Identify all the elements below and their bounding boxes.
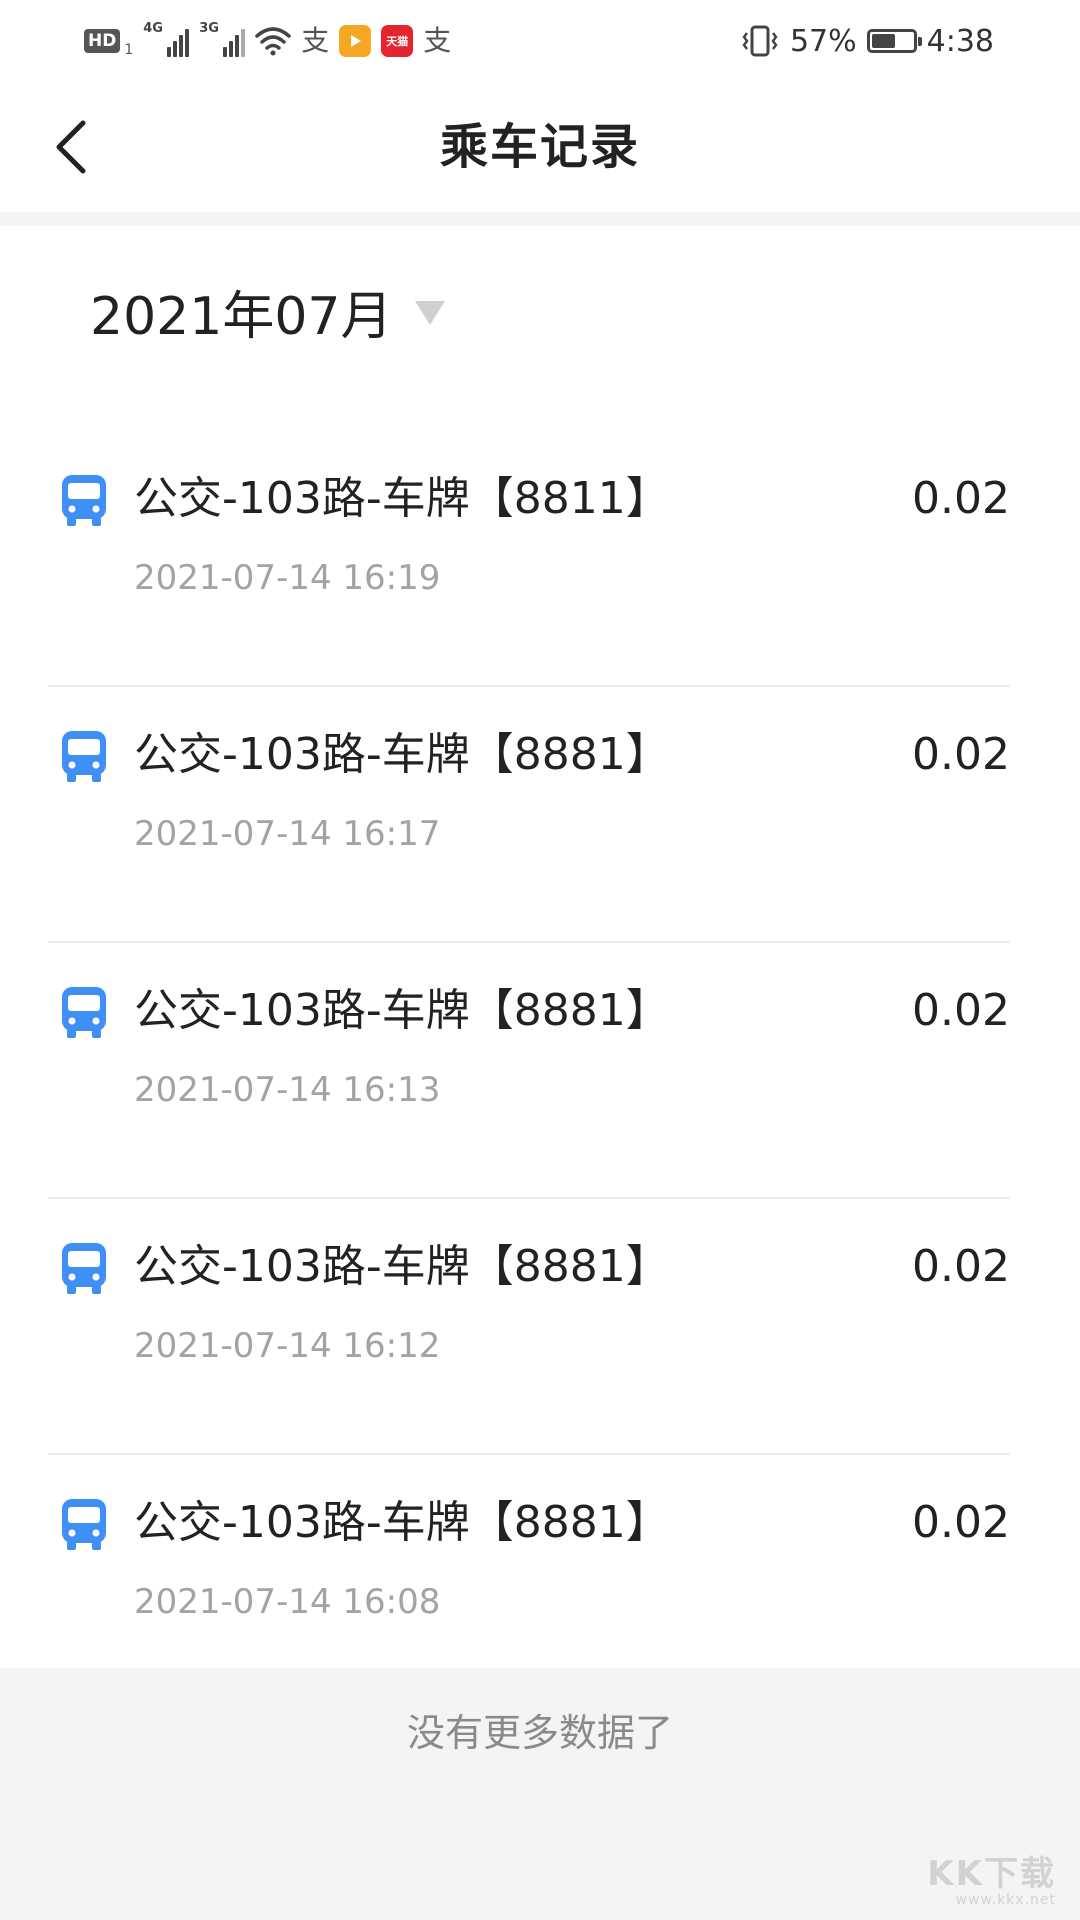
wifi-icon [255, 27, 292, 56]
caret-down-icon [414, 301, 445, 325]
bus-icon [62, 475, 106, 526]
ride-record-list: 公交-103路-车牌【8811】 0.02 2021-07-14 16:19 公… [0, 431, 1080, 1711]
record-time: 2021-07-14 16:19 [134, 558, 441, 598]
battery-level-fill [871, 34, 895, 48]
alipay-notification-icon-2: 支 [423, 24, 452, 57]
record-route: 公交-103路-车牌【8881】 [134, 1241, 670, 1292]
signal-3g-icon: 3G [199, 21, 246, 57]
signal-4g-icon: 4G [143, 21, 190, 57]
record-route: 公交-103路-车牌【8881】 [134, 729, 670, 780]
battery-percent: 57% [789, 23, 857, 59]
clock: 4:38 [926, 23, 994, 59]
ride-record-item[interactable]: 公交-103路-车牌【8881】 0.02 2021-07-14 16:17 [0, 687, 1080, 943]
battery-icon [866, 29, 922, 53]
record-amount: 0.02 [912, 1241, 1010, 1292]
ride-record-item[interactable]: 公交-103路-车牌【8881】 0.02 2021-07-14 16:12 [0, 1199, 1080, 1455]
no-more-data-label: 没有更多数据了 [406, 1711, 673, 1755]
bus-icon [62, 731, 106, 782]
month-label: 2021年07月 [90, 287, 393, 347]
record-time: 2021-07-14 16:17 [134, 814, 441, 854]
ride-records-card: 2021年07月 公交-103路-车牌【8811】 0.02 2021-07-1… [0, 226, 1080, 1668]
alipay-notification-icon: 支 [301, 24, 330, 57]
bus-icon [62, 1243, 106, 1294]
record-route: 公交-103路-车牌【8881】 [134, 1497, 670, 1548]
bus-icon [62, 1499, 106, 1550]
status-icons-right: 57% 4:38 [740, 18, 994, 64]
status-icons-left: HD 1 4G 3G 支 天猫 支 [84, 18, 451, 64]
hd-voice-icon: HD [84, 29, 121, 53]
play-icon [351, 35, 362, 47]
record-route: 公交-103路-车牌【8881】 [134, 985, 670, 1036]
record-amount: 0.02 [912, 729, 1010, 780]
record-amount: 0.02 [912, 473, 1010, 524]
ride-record-item[interactable]: 公交-103路-车牌【8881】 0.02 2021-07-14 16:13 [0, 943, 1080, 1199]
month-selector[interactable]: 2021年07月 [90, 282, 445, 352]
screen: HD 1 4G 3G 支 天猫 支 57% 4:38 乘车记录 2021年07月… [0, 0, 1080, 1920]
video-app-icon [339, 25, 372, 57]
record-amount: 0.02 [912, 1497, 1010, 1548]
sim-slot-label: 1 [124, 42, 134, 58]
tmall-app-icon: 天猫 [381, 25, 414, 57]
watermark-logo: KK下载 [927, 1854, 1056, 1894]
nav-bar: 乘车记录 [0, 82, 1080, 212]
record-amount: 0.02 [912, 985, 1010, 1036]
watermark: KK下载 www.kkx.net [927, 1856, 1056, 1908]
record-time: 2021-07-14 16:08 [134, 1582, 441, 1622]
record-time: 2021-07-14 16:12 [134, 1326, 441, 1366]
signal-4g-label: 4G [143, 21, 163, 36]
status-bar: HD 1 4G 3G 支 天猫 支 57% 4:38 [0, 0, 1080, 82]
record-time: 2021-07-14 16:13 [134, 1070, 441, 1110]
bus-icon [62, 987, 106, 1038]
ride-record-item[interactable]: 公交-103路-车牌【8811】 0.02 2021-07-14 16:19 [0, 431, 1080, 687]
ride-record-item[interactable]: 公交-103路-车牌【8881】 0.02 2021-07-14 16:08 [0, 1455, 1080, 1711]
watermark-url: www.kkx.net [955, 1892, 1056, 1908]
page-title: 乘车记录 [439, 119, 640, 175]
vibrate-icon [742, 25, 778, 57]
record-route: 公交-103路-车牌【8811】 [134, 473, 670, 524]
signal-3g-label: 3G [199, 21, 219, 36]
